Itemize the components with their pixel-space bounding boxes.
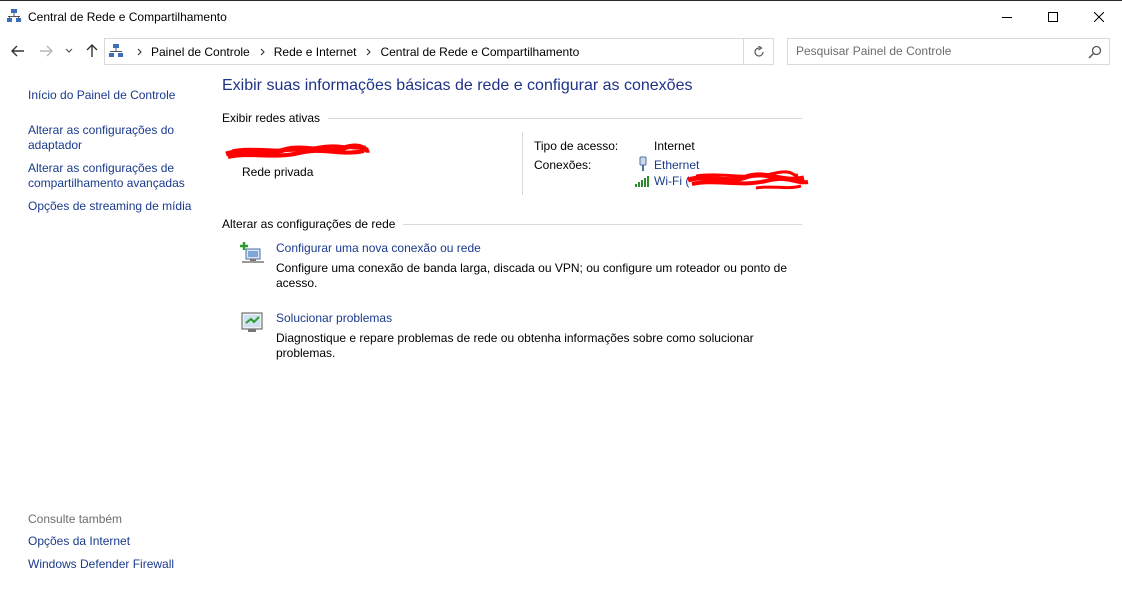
search-box[interactable] (787, 38, 1110, 65)
see-also-section: Consulte também Opções da Internet Windo… (28, 512, 203, 572)
troubleshoot-link[interactable]: Solucionar problemas (276, 311, 392, 325)
access-type-value: Internet (654, 139, 695, 153)
see-also-internet-options[interactable]: Opções da Internet (28, 534, 203, 549)
minimize-button[interactable] (984, 2, 1030, 32)
page-title: Exibir suas informações básicas de rede … (222, 77, 693, 94)
back-button[interactable] (9, 42, 27, 60)
connection-wifi-link[interactable]: Wi-Fi ( (654, 174, 689, 188)
chevron-down-icon (65, 48, 73, 53)
active-networks-header: Exibir redes ativas (222, 111, 321, 125)
sidebar-link-media-streaming[interactable]: Opções de streaming de mídia (28, 199, 203, 214)
access-type-label: Tipo de acesso: (534, 139, 619, 153)
title-bar: Central de Rede e Compartilhamento (0, 1, 1122, 32)
breadcrumb-separator-icon[interactable] (137, 48, 142, 56)
up-button[interactable] (83, 42, 101, 60)
search-icon[interactable] (1088, 45, 1102, 59)
troubleshoot-description: Diagnostique e repare problemas de rede … (276, 331, 754, 360)
active-networks-section-header: Exibir redes ativas (222, 111, 802, 125)
network-category: Rede privada (242, 165, 314, 179)
section-divider (403, 223, 802, 225)
network-center-icon (109, 44, 123, 57)
troubleshoot-icon (241, 312, 263, 332)
new-connection-description: Configure uma conexão de banda larga, di… (276, 261, 788, 290)
breadcrumb-item-painel[interactable]: Painel de Controle (151, 45, 250, 59)
refresh-button[interactable] (743, 39, 773, 64)
address-bar[interactable]: Painel de Controle Rede e Internet Centr… (104, 38, 774, 65)
task-new-connection: Configurar uma nova conexão ou rede Conf… (240, 241, 800, 293)
sidebar: Início do Painel de Controle Alterar as … (28, 88, 203, 214)
forward-arrow-icon (40, 45, 53, 57)
change-settings-section-header: Alterar as configurações de rede (222, 217, 802, 231)
breadcrumb-separator-icon[interactable] (366, 48, 372, 56)
sidebar-link-sharing-settings[interactable]: Alterar as configurações de compartilham… (28, 161, 203, 191)
close-button[interactable] (1076, 2, 1122, 32)
wifi-signal-icon (635, 176, 649, 187)
sidebar-link-home[interactable]: Início do Painel de Controle (28, 88, 203, 103)
breadcrumb: Painel de Controle Rede e Internet Centr… (127, 45, 579, 59)
connections-label: Conexões: (534, 158, 592, 172)
see-also-defender-firewall[interactable]: Windows Defender Firewall (28, 557, 203, 572)
breadcrumb-item-central[interactable]: Central de Rede e Compartilhamento (380, 45, 579, 59)
up-arrow-icon (86, 44, 98, 57)
back-arrow-icon (11, 45, 24, 57)
vertical-divider (522, 132, 523, 195)
section-divider (328, 117, 802, 119)
recent-locations-button[interactable] (63, 42, 75, 60)
forward-button[interactable] (37, 42, 55, 60)
redacted-wifi-name (687, 170, 809, 190)
close-icon (1094, 12, 1104, 22)
maximize-button[interactable] (1030, 2, 1076, 32)
breadcrumb-separator-icon[interactable] (260, 48, 265, 56)
breadcrumb-item-rede-internet[interactable]: Rede e Internet (274, 45, 357, 59)
new-connection-icon (240, 242, 264, 263)
window-title: Central de Rede e Compartilhamento (28, 10, 227, 24)
change-settings-header: Alterar as configurações de rede (222, 217, 396, 231)
network-center-icon (7, 9, 21, 22)
redacted-network-name (225, 143, 370, 159)
see-also-header: Consulte também (28, 512, 123, 526)
sidebar-link-adapter-settings[interactable]: Alterar as configurações do adaptador (28, 123, 203, 153)
search-input[interactable] (796, 44, 1076, 58)
new-connection-link[interactable]: Configurar uma nova conexão ou rede (276, 241, 481, 255)
refresh-icon (753, 45, 764, 57)
minimize-icon (1002, 17, 1012, 18)
task-troubleshoot: Solucionar problemas Diagnostique e repa… (240, 311, 800, 363)
ethernet-icon (639, 156, 647, 171)
maximize-icon (1048, 12, 1058, 22)
